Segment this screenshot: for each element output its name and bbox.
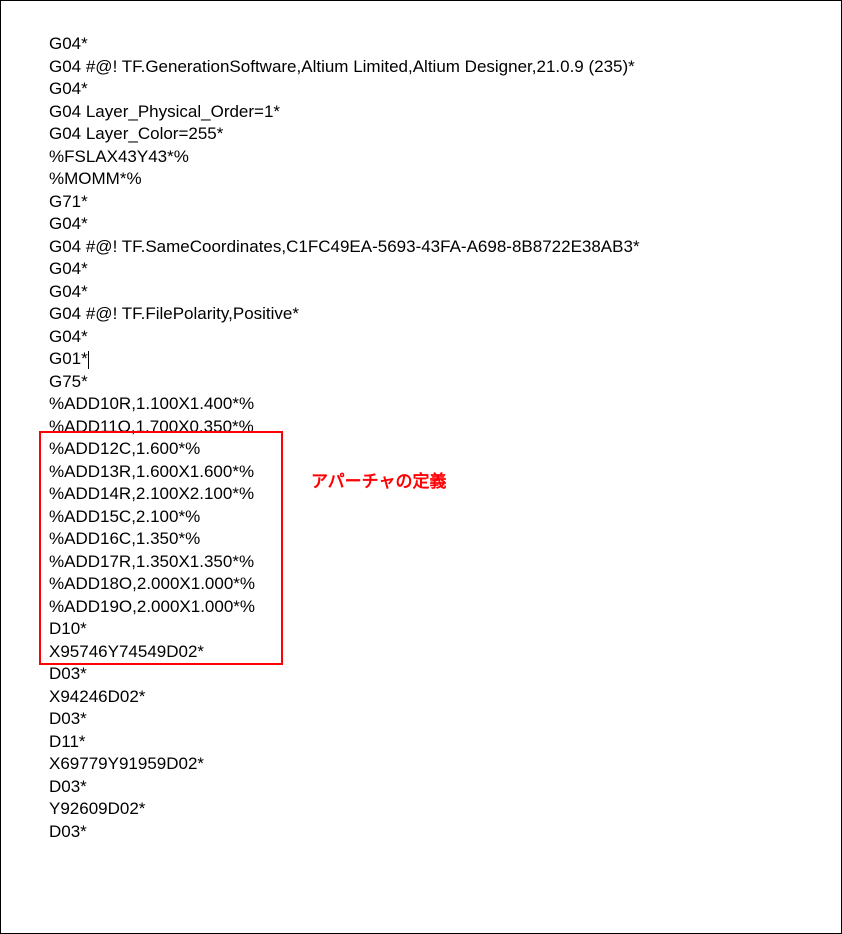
code-line: %ADD15C,2.100*% [49,506,841,529]
code-line: %ADD11O,1.700X0.350*% [49,416,841,439]
code-line: G04* [49,213,841,236]
lines-container: G04*G04 #@! TF.GenerationSoftware,Altium… [49,33,841,843]
code-line: G71* [49,191,841,214]
code-line: D03* [49,821,841,844]
code-line: G04* [49,281,841,304]
code-line: G04* [49,258,841,281]
code-line: D03* [49,708,841,731]
code-line: G01* [49,348,841,371]
code-line: %ADD18O,2.000X1.000*% [49,573,841,596]
code-line: D10* [49,618,841,641]
code-line: %MOMM*% [49,168,841,191]
code-line: %ADD10R,1.100X1.400*% [49,393,841,416]
code-line: D03* [49,663,841,686]
code-line: X69779Y91959D02* [49,753,841,776]
code-line: G04 #@! TF.GenerationSoftware,Altium Lim… [49,56,841,79]
code-line: D11* [49,731,841,754]
code-line: X95746Y74549D02* [49,641,841,664]
text-cursor [88,351,89,369]
code-line: G04* [49,78,841,101]
code-line: G04* [49,33,841,56]
code-content: G04*G04 #@! TF.GenerationSoftware,Altium… [1,1,841,843]
aperture-annotation: アパーチャの定義 [311,471,447,494]
code-line: G75* [49,371,841,394]
code-line: Y92609D02* [49,798,841,821]
code-line: G04 Layer_Color=255* [49,123,841,146]
code-line: %ADD17R,1.350X1.350*% [49,551,841,574]
code-line: %ADD19O,2.000X1.000*% [49,596,841,619]
code-line: %ADD16C,1.350*% [49,528,841,551]
code-line: %FSLAX43Y43*% [49,146,841,169]
code-line: X94246D02* [49,686,841,709]
code-line: G04 Layer_Physical_Order=1* [49,101,841,124]
code-line: G04 #@! TF.FilePolarity,Positive* [49,303,841,326]
code-line: %ADD12C,1.600*% [49,438,841,461]
code-line: G04* [49,326,841,349]
code-line: D03* [49,776,841,799]
code-line: G04 #@! TF.SameCoordinates,C1FC49EA-5693… [49,236,841,259]
